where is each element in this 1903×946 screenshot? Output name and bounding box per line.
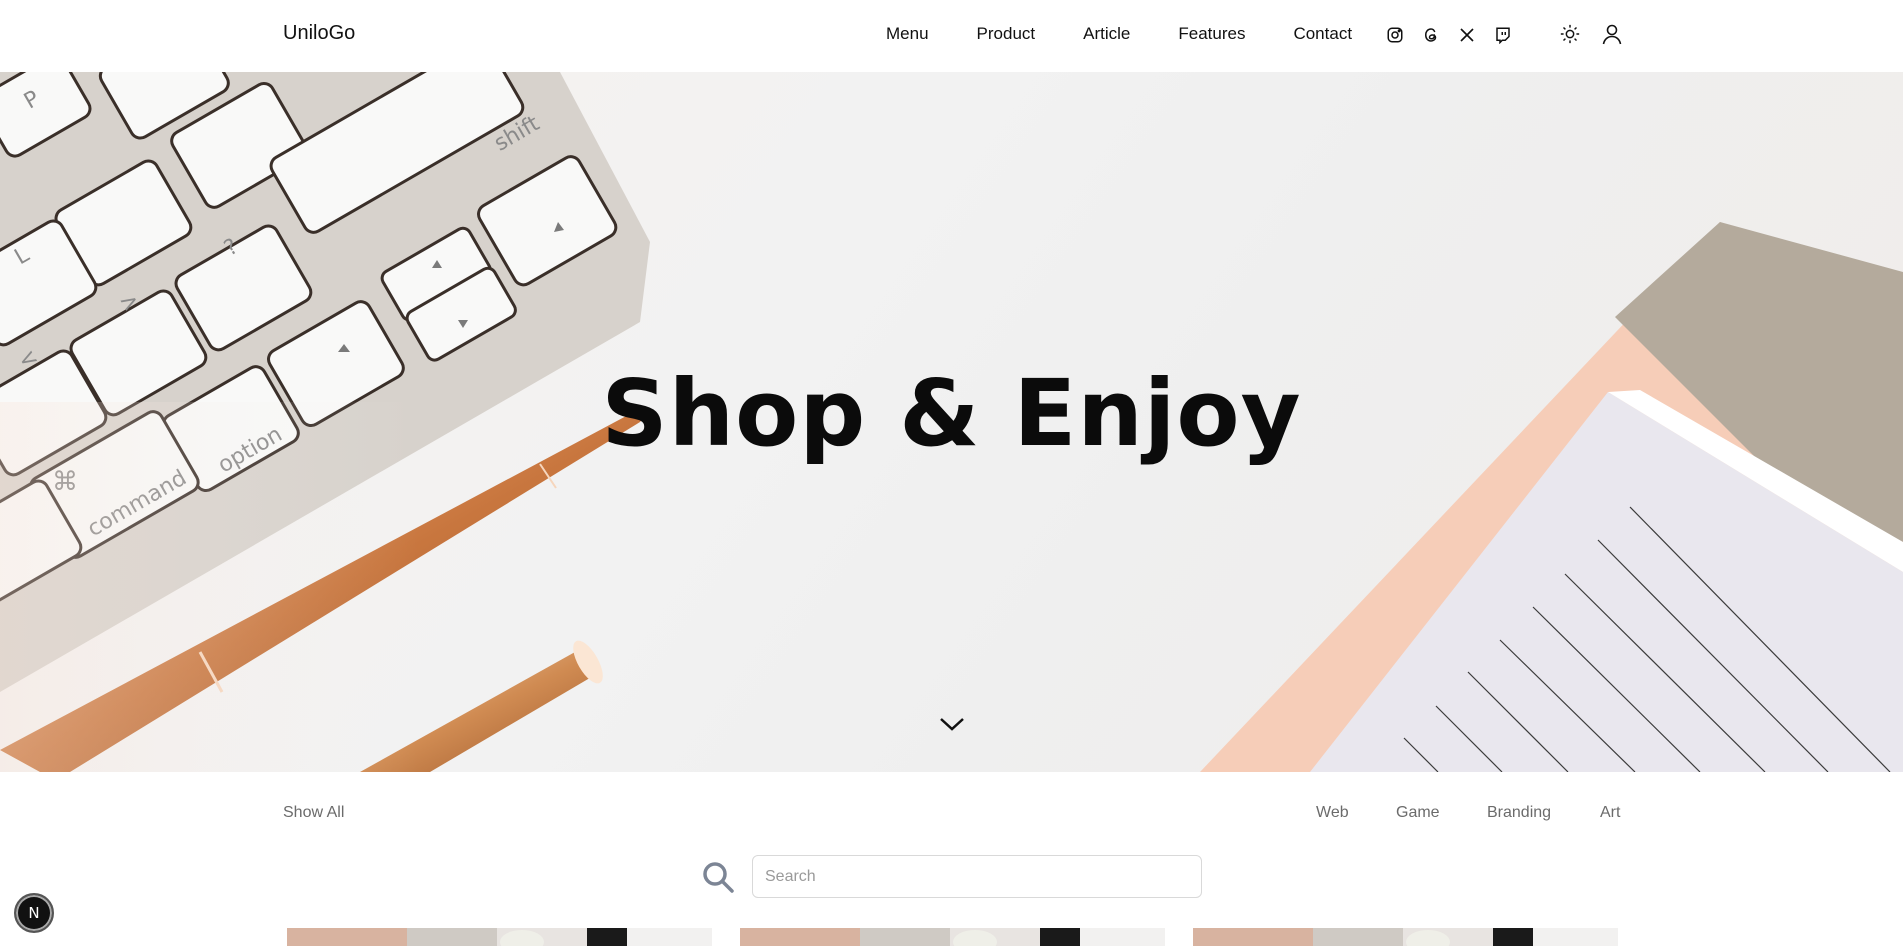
instagram-icon[interactable] [1384,24,1406,46]
product-thumbnail [287,928,712,946]
sun-icon[interactable] [1557,21,1583,47]
nav-article[interactable]: Article [1083,24,1130,44]
nav-contact[interactable]: Contact [1293,24,1352,44]
filter-show-all[interactable]: Show All [283,804,344,822]
site-header: UniloGo Menu Product Article Features Co… [0,0,1903,72]
filter-web[interactable]: Web [1316,804,1349,822]
product-card[interactable] [287,928,712,946]
nav-features[interactable]: Features [1178,24,1245,44]
product-thumbnail [1193,928,1618,946]
twitch-icon[interactable] [1492,24,1514,46]
search-input[interactable] [752,855,1202,898]
dev-badge-label: N [28,904,40,922]
utility-actions [1557,21,1625,47]
filter-branding[interactable]: Branding [1487,804,1551,822]
filter-art[interactable]: Art [1600,804,1620,822]
site-logo[interactable]: UniloGo [283,22,355,45]
search-bar [700,855,1204,899]
hero-banner: P shift L ? option command ⌘ > < Shop & … [0,72,1903,772]
social-links [1384,24,1514,46]
main-nav: Menu Product Article Features Contact [886,24,1352,44]
x-icon[interactable] [1456,24,1478,46]
product-thumbnail [740,928,1165,946]
user-icon[interactable] [1599,21,1625,47]
chevron-down-icon [940,718,964,731]
category-filters: Show All Web Game Branding Art [0,772,1903,852]
search-icon[interactable] [700,859,736,895]
hero-title: Shop & Enjoy [601,360,1302,467]
scroll-down-button[interactable] [935,712,969,736]
filter-game[interactable]: Game [1396,804,1440,822]
product-card[interactable] [1193,928,1618,946]
nav-product[interactable]: Product [977,24,1036,44]
nav-menu[interactable]: Menu [886,24,929,44]
product-card[interactable] [740,928,1165,946]
threads-icon[interactable] [1420,24,1442,46]
dev-tools-badge[interactable]: N [14,893,54,933]
